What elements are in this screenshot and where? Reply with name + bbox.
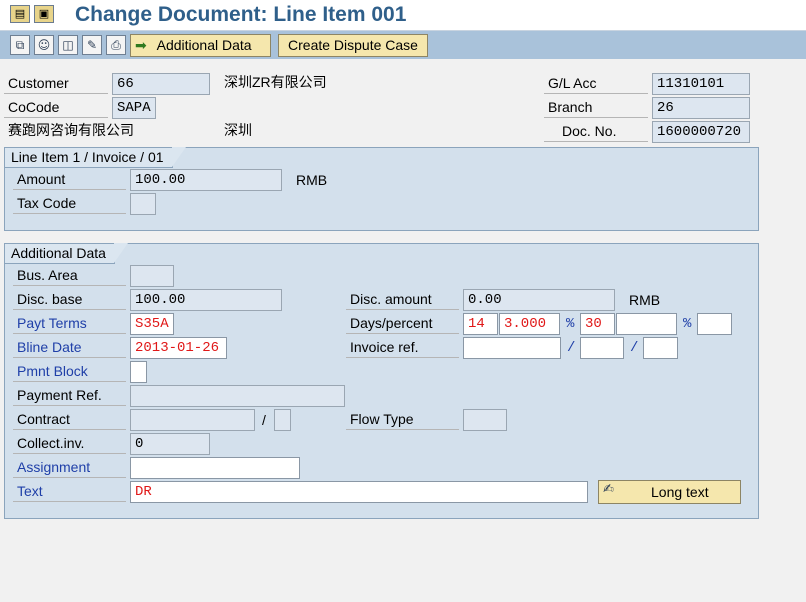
invoice-ref-slash-2: / [630,340,639,356]
pmnt-block-label[interactable]: Pmnt Block [13,362,126,382]
collect-inv-field[interactable]: 0 [130,433,210,455]
percent1-field[interactable]: 3.000 [499,313,560,335]
create-dispute-case-button[interactable]: Create Dispute Case [278,34,428,57]
invoice-ref-fiscal-field[interactable] [580,337,624,359]
disc-amount-currency: RMB [629,292,661,308]
long-text-icon: ✍ [603,482,614,497]
contract-type-field[interactable] [274,409,291,431]
bus-area-field[interactable] [130,265,174,287]
percent2-field[interactable] [616,313,677,335]
percent1-symbol: % [566,316,575,332]
long-text-button[interactable]: ✍ Long text [598,480,741,504]
long-text-label: Long text [651,484,709,500]
additional-data-group-title: Additional Data [5,243,128,264]
flow-type-label: Flow Type [346,410,459,430]
cocode-label: CoCode [4,98,108,118]
disc-base-field[interactable]: 100.00 [130,289,282,311]
pmnt-block-field[interactable] [130,361,147,383]
bline-date-label[interactable]: Bline Date [13,338,126,358]
percent3-field[interactable] [697,313,732,335]
invoice-ref-slash-1: / [567,340,576,356]
menu-icon[interactable]: ▤ [10,5,30,23]
contract-field[interactable] [130,409,255,431]
disc-amount-field[interactable]: 0.00 [463,289,615,311]
print-icon[interactable]: ⎙ [106,35,126,55]
days1-field[interactable]: 14 [463,313,498,335]
disc-base-label: Disc. base [13,290,126,310]
page-title: Change Document: Line Item 001 [75,3,407,26]
gl-account-label: G/L Acc [544,74,648,94]
exit-icon[interactable]: ▣ [34,5,54,23]
additional-data-button[interactable]: ➡ Additional Data [130,34,271,57]
flow-type-field[interactable] [463,409,507,431]
amount-currency: RMB [296,172,328,188]
days-percent-label: Days/percent [346,314,459,334]
contract-label: Contract [13,410,126,430]
payment-ref-label: Payment Ref. [13,386,126,406]
payment-ref-field[interactable] [130,385,345,407]
cocode-field[interactable]: SAPA [112,97,156,119]
collect-inv-label: Collect.inv. [13,434,126,454]
select-document-icon[interactable]: ⧉ [10,35,30,55]
percent2-symbol: % [683,316,692,332]
customer-icon[interactable]: ☺ [34,35,54,55]
city-name: 深圳 [224,122,252,138]
back-arrow-icon: ➡ [135,38,147,54]
days2-field[interactable]: 30 [580,313,615,335]
branch-label: Branch [544,98,648,118]
company-name: 赛跑网咨询有限公司 [8,122,134,138]
doc-no-label: Doc. No. [544,122,648,142]
gl-account-field[interactable]: 11310101 [652,73,750,95]
text-field[interactable]: DR [130,481,588,503]
amount-label: Amount [13,170,126,190]
payt-terms-field[interactable]: S35A [130,313,174,335]
invoice-ref-item-field[interactable] [643,337,678,359]
tax-code-label: Tax Code [13,194,126,214]
bline-date-field[interactable]: 2013-01-26 [130,337,227,359]
payt-terms-label[interactable]: Payt Terms [13,314,126,334]
additional-data-label: Additional Data [156,37,252,53]
line-item-group-title: Line Item 1 / Invoice / 01 [5,147,186,168]
assignment-label[interactable]: Assignment [13,458,126,478]
bus-area-label: Bus. Area [13,266,126,286]
display-document-icon[interactable]: ◫ [58,35,78,55]
text-label[interactable]: Text [13,482,126,502]
customer-label: Customer [4,74,108,94]
disc-amount-label: Disc. amount [346,290,459,310]
amount-field[interactable]: 100.00 [130,169,282,191]
tax-code-field[interactable] [130,193,156,215]
invoice-ref-label: Invoice ref. [346,338,459,358]
doc-no-field[interactable]: 1600000720 [652,121,750,143]
assignment-field[interactable] [130,457,300,479]
contract-slash: / [262,412,266,428]
invoice-ref-field[interactable] [463,337,561,359]
customer-name: 深圳ZR有限公司 [224,74,327,90]
change-document-icon[interactable]: ✎ [82,35,102,55]
branch-field[interactable]: 26 [652,97,750,119]
customer-field[interactable]: 66 [112,73,210,95]
